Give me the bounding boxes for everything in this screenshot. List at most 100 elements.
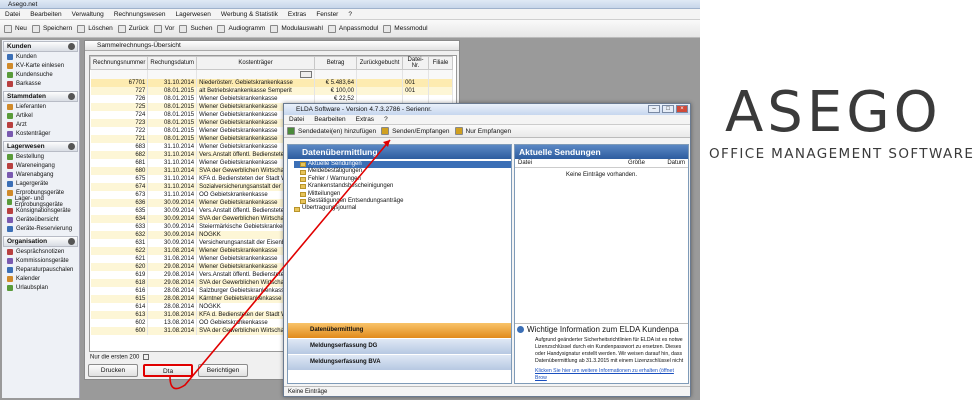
menu-verwaltung[interactable]: Verwaltung bbox=[67, 9, 109, 19]
sidebar-item-kostenträger[interactable]: Kostenträger bbox=[3, 129, 78, 138]
menu-werbung-statistik[interactable]: Werbung & Statistik bbox=[216, 9, 283, 19]
column-header-betrag[interactable]: Betrag bbox=[314, 56, 358, 70]
elda-menu-[interactable]: ? bbox=[379, 115, 393, 124]
sidebar-item-kalender[interactable]: Kalender bbox=[3, 274, 78, 283]
dta-button[interactable]: Dta bbox=[143, 364, 193, 377]
sidebar-item-lieferanten[interactable]: Lieferanten bbox=[3, 102, 78, 111]
sidebar-item-geräte-reservierung[interactable]: Geräte-Reservierung bbox=[3, 224, 78, 233]
elda-menu-extras[interactable]: Extras bbox=[351, 115, 379, 124]
tree-item-aktuelle-sendungen[interactable]: Aktuelle Sendungen bbox=[294, 161, 511, 169]
sidebar-item-kommissionsgeräte[interactable]: Kommissionsgeräte bbox=[3, 256, 78, 265]
sidebar-item-warenabgang[interactable]: Warenabgang bbox=[3, 170, 78, 179]
sidebar-item-geräteübersicht[interactable]: Geräteübersicht bbox=[3, 215, 78, 224]
tree-item-fehler-warnungen[interactable]: Fehler / Warnungen bbox=[294, 176, 511, 183]
sidebar-item-lagergeräte[interactable]: Lagergeräte bbox=[3, 179, 78, 188]
table-row[interactable]: 727 08.01.2015 alt Betriebskrankenkasse Se… bbox=[90, 86, 454, 95]
toolbar-audiogramm-button[interactable]: Audiogramm bbox=[217, 24, 265, 33]
elda-toolbar-senden-empfangen-button[interactable]: Senden/Empfangen bbox=[381, 127, 450, 135]
toolbar-messmodul-button[interactable]: Messmodul bbox=[383, 24, 428, 33]
tree-item-krankenstandsbescheinigungen[interactable]: Krankenstandsbescheinigungen bbox=[294, 183, 511, 190]
menu-lagerwesen[interactable]: Lagerwesen bbox=[171, 9, 216, 19]
print-button[interactable]: Drucken bbox=[88, 364, 138, 377]
sidebar-item-gesprächsnotizen[interactable]: Gesprächsnotizen bbox=[3, 247, 78, 256]
sidebar-item-artikel[interactable]: Artikel bbox=[3, 111, 78, 120]
toolbar-modulauswahl-button[interactable]: Modulauswahl bbox=[270, 24, 323, 33]
column-header-kostenträger[interactable]: Kostenträger bbox=[196, 56, 316, 70]
elda-toolbar-sendedatei-en-hinzufügen-button[interactable]: Sendedatei(en) hinzufügen bbox=[287, 127, 376, 135]
checkbox-box[interactable] bbox=[143, 354, 150, 360]
sidebar-item-kunden[interactable]: Kunden bbox=[3, 52, 78, 61]
menu-datei[interactable]: Datei bbox=[0, 9, 25, 19]
sidebar-group-header[interactable]: Organisation bbox=[3, 236, 78, 247]
column-header-rechungsdatum[interactable]: Rechungsdatum bbox=[147, 56, 198, 70]
sidebar-group-header[interactable]: Lagerwesen bbox=[3, 141, 78, 152]
col-file[interactable]: Datei bbox=[515, 159, 585, 167]
col-date[interactable]: Datum bbox=[645, 159, 685, 167]
maximize-icon[interactable]: □ bbox=[662, 105, 674, 113]
transmission-header: Datenübermittlung bbox=[288, 145, 511, 159]
menu-bearbeiten[interactable]: Bearbeiten bbox=[25, 9, 66, 19]
filter-cell[interactable] bbox=[90, 69, 149, 79]
limit-200-checkbox[interactable]: Nur die ersten 200 bbox=[90, 354, 150, 361]
column-header-rechnungsnummer[interactable]: Rechnungsnummer bbox=[90, 56, 149, 70]
tree-item-meldebestätigungen[interactable]: Meldebestätigungen bbox=[294, 168, 511, 175]
toolbar-anpassmodul-button[interactable]: Anpassmodul bbox=[327, 24, 378, 33]
filter-cell[interactable] bbox=[147, 69, 198, 79]
toolbar-suchen-button[interactable]: Suchen bbox=[179, 24, 212, 33]
sidebar-item-wareneingang[interactable]: Wareneingang bbox=[3, 161, 78, 170]
elda-menu-datei[interactable]: Datei bbox=[284, 115, 309, 124]
filter-cell[interactable] bbox=[428, 69, 454, 79]
filter-cell[interactable] bbox=[402, 69, 430, 79]
nav-registration-dg[interactable]: Meldungserfassung DG bbox=[288, 339, 511, 354]
collapse-icon[interactable] bbox=[68, 238, 75, 245]
menu-fenster[interactable]: Fenster bbox=[311, 9, 343, 19]
sidebar-item-reparaturpauschalen[interactable]: Reparaturpauschalen bbox=[3, 265, 78, 274]
table-row[interactable]: 67701 31.10.2014 Niederösterr. Gebietskran… bbox=[90, 78, 454, 87]
sidebar-group-header[interactable]: Stammdaten bbox=[3, 91, 78, 102]
column-header-filiale[interactable]: Filiale bbox=[428, 56, 454, 70]
info-link[interactable]: Klicken Sie hier um weitere Informatione… bbox=[535, 368, 685, 382]
sidebar-item-lager-und-erprobungsgeräte[interactable]: Lager- und Erprobungsgeräte bbox=[3, 196, 78, 208]
elda-menu-bearbeiten[interactable]: Bearbeiten bbox=[309, 115, 350, 124]
sidebar-item-arzt[interactable]: Arzt bbox=[3, 120, 78, 129]
table-cell bbox=[356, 86, 404, 95]
column-header-datei-nr[interactable]: Datei-Nr. bbox=[402, 56, 430, 70]
menu-rechnungswesen[interactable]: Rechnungswesen bbox=[109, 9, 171, 19]
sidebar-item-kundensuche[interactable]: Kundensuche bbox=[3, 70, 78, 79]
sidebar-item-kv-karte-einlesen[interactable]: KV-Karte einlesen bbox=[3, 61, 78, 70]
toolbar-speichern-button[interactable]: Speichern bbox=[31, 24, 72, 33]
collapse-icon[interactable] bbox=[68, 143, 75, 150]
sidebar-item-urlaubsplan[interactable]: Urlaubsplan bbox=[3, 283, 78, 292]
correct-button[interactable]: Berichtigen bbox=[198, 364, 248, 377]
sidebar-item-bestellung[interactable]: Bestellung bbox=[3, 152, 78, 161]
minimize-icon[interactable]: – bbox=[648, 105, 660, 113]
filter-cell[interactable] bbox=[196, 69, 316, 79]
table-cell: 30.09.2014 bbox=[147, 214, 198, 223]
elda-toolbar-nur-empfangen-button[interactable]: Nur Empfangen bbox=[454, 127, 511, 135]
collapse-icon[interactable] bbox=[68, 43, 75, 50]
filter-cell[interactable] bbox=[314, 69, 358, 79]
filter-dropdown-icon[interactable] bbox=[300, 70, 313, 78]
tree-item-übertragungsjournal[interactable]: Übertragungsjournal bbox=[294, 205, 511, 212]
sidebar-item-barkasse[interactable]: Barkasse bbox=[3, 79, 78, 88]
toolbar-vor-button[interactable]: Vor bbox=[153, 24, 174, 33]
table-row[interactable]: 726 08.01.2015 Wiener Gebietskrankenkasse €… bbox=[90, 94, 454, 103]
nav-transmission[interactable]: Datenübermittlung bbox=[288, 323, 511, 338]
nav-registration-bva[interactable]: Meldungserfassung BVA bbox=[288, 355, 511, 370]
toolbar-zurück-button[interactable]: Zurück bbox=[117, 24, 149, 33]
close-icon[interactable]: × bbox=[676, 105, 688, 113]
table-cell: 600 bbox=[90, 326, 149, 335]
sidebar-group-header[interactable]: Kunden bbox=[3, 41, 78, 52]
invoice-window-title: Sammelrechnungs-Übersicht bbox=[85, 41, 459, 51]
column-header-zurückgebucht[interactable]: Zurückgebucht bbox=[356, 56, 404, 70]
col-size[interactable]: Größe bbox=[585, 159, 645, 167]
toolbar-löschen-button[interactable]: Löschen bbox=[77, 24, 113, 33]
tree-item-mitteilungen[interactable]: Mitteilungen bbox=[294, 191, 511, 198]
sidebar-item-icon bbox=[7, 275, 13, 282]
table-cell: 001 bbox=[402, 78, 430, 87]
menu-extras[interactable]: Extras bbox=[283, 9, 311, 19]
filter-cell[interactable] bbox=[356, 69, 404, 79]
menu-[interactable]: ? bbox=[343, 9, 357, 19]
collapse-icon[interactable] bbox=[68, 93, 75, 100]
toolbar-neu-button[interactable]: Neu bbox=[4, 24, 27, 33]
